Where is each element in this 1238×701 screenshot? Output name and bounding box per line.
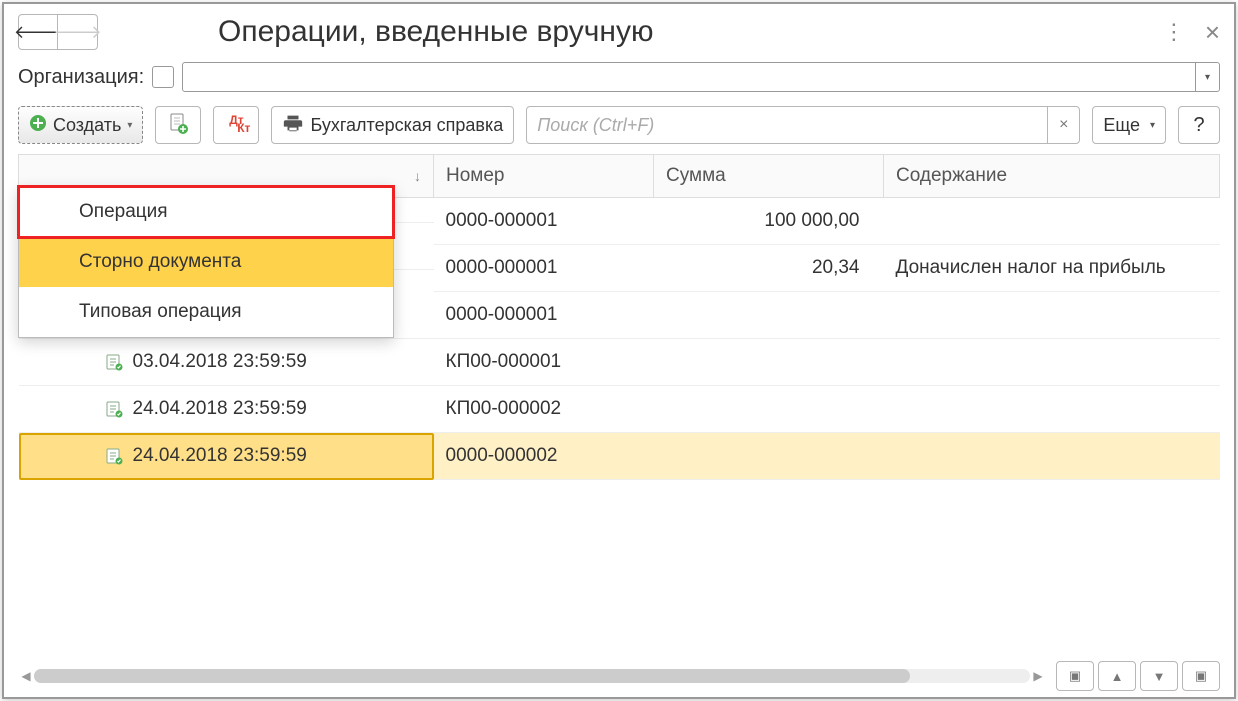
document-icon <box>105 447 123 465</box>
chevron-down-icon: ▾ <box>127 120 132 131</box>
title-bar: 🡐 🡒 Операции, введенные вручную ⋮ × <box>4 4 1234 60</box>
more-button[interactable]: Еще ▾ <box>1092 106 1166 144</box>
footer-bar: ◀ ▶ ▣ ▲ ▼ ▣ <box>18 661 1220 691</box>
dtkt-icon: ДтКт <box>229 115 243 135</box>
cell-content[interactable] <box>884 386 1220 433</box>
nav-up-button[interactable]: ▲ <box>1098 661 1136 691</box>
nav-back-button[interactable]: 🡐 <box>18 14 58 50</box>
plus-circle-icon <box>29 114 47 137</box>
col-sum[interactable]: Сумма <box>654 155 884 198</box>
document-icon <box>105 400 123 418</box>
cell-number[interactable]: КП00-000002 <box>434 386 654 433</box>
cell-number[interactable]: 0000-000002 <box>434 433 654 480</box>
horizontal-scrollbar[interactable]: ◀ ▶ <box>18 667 1046 685</box>
org-filter-row: Организация: ▾ <box>4 60 1234 102</box>
close-icon[interactable]: × <box>1205 17 1220 48</box>
chevron-down-icon: ▾ <box>1150 120 1155 131</box>
create-menu-item[interactable]: Сторно документа <box>19 237 393 287</box>
cell-number[interactable]: 0000-000001 <box>434 198 654 245</box>
cell-sum[interactable] <box>654 386 884 433</box>
help-button[interactable]: ? <box>1178 106 1220 144</box>
nav-forward-button[interactable]: 🡒 <box>58 14 98 50</box>
app-window: 🡐 🡒 Операции, введенные вручную ⋮ × Орга… <box>2 2 1236 699</box>
cell-number[interactable]: КП00-000001 <box>434 339 654 386</box>
cell-date[interactable]: 24.04.2018 23:59:59 <box>19 433 434 480</box>
scroll-right-icon[interactable]: ▶ <box>1030 669 1046 683</box>
toolbar: Создать ▾ ДтКт Бухгалтерская справка × Е… <box>4 102 1234 154</box>
search-clear-button[interactable]: × <box>1047 107 1079 143</box>
cell-content[interactable] <box>884 198 1220 245</box>
cell-content[interactable]: Доначислен налог на прибыль <box>884 245 1220 292</box>
nav-last-button[interactable]: ▣ <box>1182 661 1220 691</box>
cell-sum[interactable] <box>654 433 884 480</box>
help-label: ? <box>1193 114 1204 137</box>
document-icon <box>105 353 123 371</box>
cell-sum[interactable] <box>654 339 884 386</box>
cell-sum[interactable]: 100 000,00 <box>654 198 884 245</box>
cell-date[interactable]: 03.04.2018 23:59:59 <box>19 339 434 386</box>
org-dropdown-field[interactable] <box>183 63 1195 91</box>
date-value: 24.04.2018 23:59:59 <box>133 445 307 467</box>
dtkt-button[interactable]: ДтКт <box>213 106 259 144</box>
arrow-right-icon: 🡒 <box>53 22 101 43</box>
org-checkbox[interactable] <box>152 66 174 88</box>
create-menu-item[interactable]: Операция <box>19 187 393 237</box>
search-input[interactable] <box>527 115 1047 136</box>
cell-content[interactable] <box>884 339 1220 386</box>
kebab-menu-icon[interactable]: ⋮ <box>1163 19 1183 45</box>
table-row[interactable]: 24.04.2018 23:59:59 0000-000002 <box>19 433 1220 480</box>
scroll-thumb[interactable] <box>34 669 910 683</box>
print-reference-button[interactable]: Бухгалтерская справка <box>271 106 514 144</box>
dropdown-arrow-icon[interactable]: ▾ <box>1195 63 1219 91</box>
page-title: Операции, введенные вручную <box>218 15 653 49</box>
create-dropdown-menu: ОперацияСторно документаТиповая операция <box>18 186 394 338</box>
org-dropdown[interactable]: ▾ <box>182 62 1220 92</box>
nav-buttons: 🡐 🡒 <box>18 14 98 50</box>
sort-asc-icon: ↓ <box>414 168 421 184</box>
document-plus-icon <box>167 112 189 139</box>
table-row[interactable]: 03.04.2018 23:59:59 КП00-000001 <box>19 339 1220 386</box>
scroll-left-icon[interactable]: ◀ <box>18 669 34 683</box>
record-nav-buttons: ▣ ▲ ▼ ▣ <box>1056 661 1220 691</box>
col-content[interactable]: Содержание <box>884 155 1220 198</box>
title-actions: ⋮ × <box>1163 17 1220 48</box>
cell-sum[interactable]: 20,34 <box>654 245 884 292</box>
cell-number[interactable]: 0000-000001 <box>434 245 654 292</box>
cell-number[interactable]: 0000-000001 <box>434 292 654 339</box>
scroll-track[interactable] <box>34 669 1030 683</box>
org-label: Организация: <box>18 66 144 89</box>
cell-content[interactable] <box>884 292 1220 339</box>
add-doc-button[interactable] <box>155 106 201 144</box>
cell-date[interactable]: 24.04.2018 23:59:59 <box>19 386 434 433</box>
date-value: 03.04.2018 23:59:59 <box>133 351 307 373</box>
more-label: Еще <box>1103 115 1140 136</box>
cell-content[interactable] <box>884 433 1220 480</box>
create-label: Создать <box>53 115 121 136</box>
table-row[interactable]: 24.04.2018 23:59:59 КП00-000002 <box>19 386 1220 433</box>
nav-first-button[interactable]: ▣ <box>1056 661 1094 691</box>
search-box: × <box>526 106 1080 144</box>
create-menu-item[interactable]: Типовая операция <box>19 287 393 337</box>
print-label: Бухгалтерская справка <box>310 115 503 136</box>
col-number[interactable]: Номер <box>434 155 654 198</box>
nav-down-button[interactable]: ▼ <box>1140 661 1178 691</box>
create-button[interactable]: Создать ▾ <box>18 106 143 144</box>
printer-icon <box>282 112 304 139</box>
date-value: 24.04.2018 23:59:59 <box>133 398 307 420</box>
cell-sum[interactable] <box>654 292 884 339</box>
